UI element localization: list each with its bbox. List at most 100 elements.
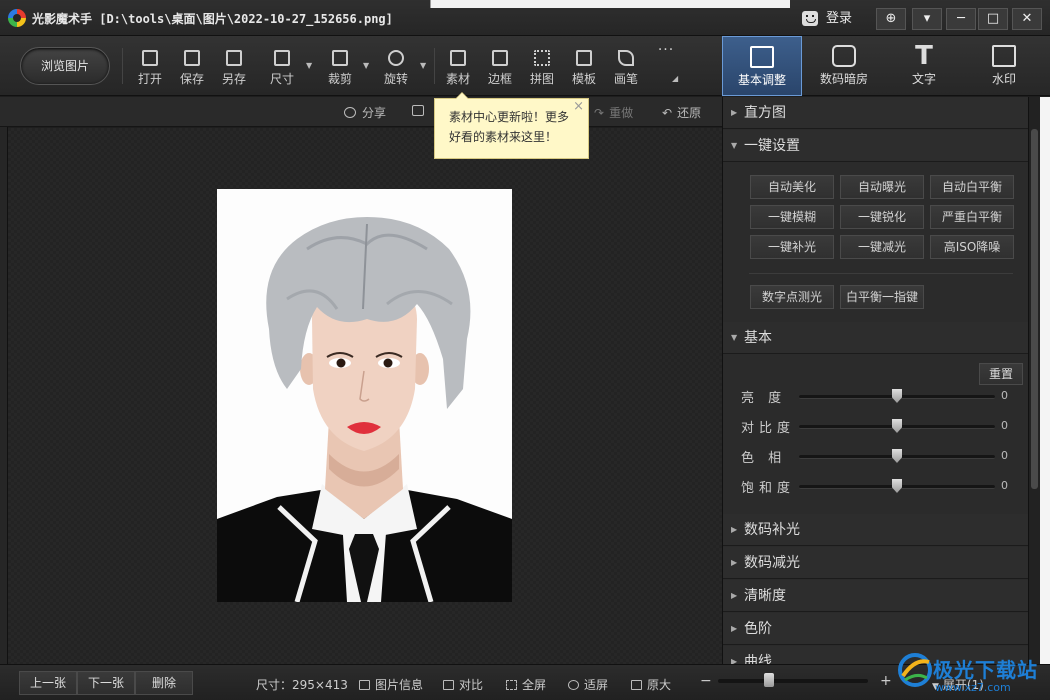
brightness-slider[interactable]: [799, 389, 995, 403]
brush-icon: [618, 50, 634, 66]
section-basic[interactable]: ▼ 基本: [723, 322, 1028, 354]
brightness-slider-thumb[interactable]: [892, 389, 902, 403]
auto-exposure-button[interactable]: 自动曝光: [840, 175, 924, 199]
login-label: 登录: [826, 11, 853, 26]
tab-basic-adjust[interactable]: 基本调整: [722, 36, 802, 96]
hue-slider[interactable]: [799, 449, 995, 463]
rotate-button[interactable]: 旋转: [376, 46, 416, 90]
contrast-slider-thumb[interactable]: [892, 419, 902, 433]
fullscreen-button[interactable]: 全屏: [506, 676, 546, 693]
tooltip-close-icon[interactable]: ×: [573, 97, 584, 117]
close-button[interactable]: ✕: [1012, 8, 1042, 30]
contrast-label: 对比度: [741, 421, 796, 436]
maximize-button[interactable]: □: [978, 8, 1008, 30]
left-edge-bar: [0, 97, 8, 664]
zoom-slider-thumb[interactable]: [764, 673, 774, 687]
tab-text[interactable]: T 文字: [884, 36, 964, 96]
section-histogram[interactable]: ▶ 直方图: [723, 97, 1028, 129]
resize-dropdown-icon[interactable]: ▼: [306, 61, 312, 70]
saturation-slider[interactable]: [799, 479, 995, 493]
image-info-button[interactable]: 图片信息: [359, 676, 423, 693]
portrait-photo: [217, 189, 512, 602]
delete-button[interactable]: 删除: [135, 671, 193, 695]
scrollbar-thumb[interactable]: [1031, 129, 1038, 489]
section-clarity[interactable]: ▶ 清晰度: [723, 580, 1028, 612]
section-levels[interactable]: ▶ 色阶: [723, 613, 1028, 645]
crop-button[interactable]: 裁剪: [320, 46, 360, 90]
open-button[interactable]: 打开: [130, 46, 170, 90]
zoom-in-button[interactable]: +: [880, 673, 892, 689]
contrast-slider[interactable]: [799, 419, 995, 433]
brush-button[interactable]: 画笔: [606, 46, 646, 90]
one-click-blur-button[interactable]: 一键模糊: [750, 205, 834, 229]
adjust-edit-icon: [750, 46, 774, 68]
tab-basic-adjust-label: 基本调整: [737, 73, 786, 87]
original-size-icon: [631, 680, 642, 690]
auto-beautify-button[interactable]: 自动美化: [750, 175, 834, 199]
save-as-button[interactable]: 另存: [214, 46, 254, 90]
save-button[interactable]: 保存: [172, 46, 212, 90]
section-one-click[interactable]: ▼ 一键设置: [723, 130, 1028, 162]
tab-digital-darkroom[interactable]: 数码暗房: [804, 36, 884, 96]
save-label: 保存: [179, 72, 204, 86]
white-balance-picker-button[interactable]: 白平衡一指键: [840, 285, 924, 309]
high-iso-denoise-button[interactable]: 高ISO降噪: [930, 235, 1014, 259]
original-size-button[interactable]: 原大: [631, 676, 671, 693]
saturation-slider-thumb[interactable]: [892, 479, 902, 493]
tab-watermark[interactable]: 水印: [964, 36, 1044, 96]
material-update-tooltip: × 素材中心更新啦！更多 好看的素材来这里！: [434, 92, 589, 159]
next-image-button[interactable]: 下一张: [77, 671, 135, 695]
crop-label: 裁剪: [327, 72, 352, 86]
resize-button[interactable]: 尺寸: [262, 46, 302, 90]
undo-button[interactable]: ↶ 还原: [662, 104, 701, 121]
section-digital-reduce-light[interactable]: ▶ 数码减光: [723, 547, 1028, 579]
section-digital-fill-light[interactable]: ▶ 数码补光: [723, 514, 1028, 546]
material-button[interactable]: 素材: [438, 46, 478, 90]
fit-screen-button[interactable]: 适屏: [568, 676, 608, 693]
rotate-dropdown-icon[interactable]: ▼: [420, 61, 426, 70]
background-window-edge: [1040, 97, 1050, 664]
hue-slider-thumb[interactable]: [892, 449, 902, 463]
crop-dropdown-icon[interactable]: ▼: [363, 61, 369, 70]
tab-text-label: 文字: [911, 72, 936, 86]
reset-button[interactable]: 重置: [979, 363, 1023, 385]
rotate-icon: [388, 50, 404, 66]
redo-button[interactable]: ↷ 重做: [594, 104, 633, 121]
one-click-reduce-light-button[interactable]: 一键减光: [840, 235, 924, 259]
compare-button[interactable]: 对比: [443, 676, 483, 693]
border-button[interactable]: 边框: [480, 46, 520, 90]
collage-button[interactable]: 拼图: [522, 46, 562, 90]
template-icon: [576, 50, 592, 66]
tab-digital-darkroom-label: 数码暗房: [819, 72, 868, 86]
user-face-icon: [802, 11, 818, 26]
minimize-button[interactable]: ─: [946, 8, 976, 30]
more-expand-icon[interactable]: ◢: [672, 74, 678, 83]
one-click-sharpen-button[interactable]: 一键锐化: [840, 205, 924, 229]
previous-image-button[interactable]: 上一张: [19, 671, 77, 695]
brush-label: 画笔: [613, 72, 638, 86]
original-size-label: 原大: [647, 678, 672, 692]
spot-metering-button[interactable]: 数字点测光: [750, 285, 834, 309]
zoom-out-button[interactable]: −: [700, 673, 712, 689]
menu-dropdown-button[interactable]: ▾: [912, 8, 942, 30]
login-button[interactable]: 登录: [798, 8, 858, 30]
export-button[interactable]: [412, 104, 430, 118]
image-info-icon: [359, 680, 370, 690]
skin-button[interactable]: ⊕: [876, 8, 906, 30]
browse-images-button[interactable]: 浏览图片: [20, 47, 110, 85]
material-label: 素材: [445, 72, 470, 86]
more-tools-button[interactable]: ···: [646, 42, 686, 86]
zoom-slider[interactable]: [718, 679, 868, 683]
rotate-label: 旋转: [383, 72, 408, 86]
auto-white-balance-button[interactable]: 自动白平衡: [930, 175, 1014, 199]
watermark-text: 极光下载站: [933, 658, 1038, 682]
save-as-icon: [226, 50, 242, 66]
share-button[interactable]: 分享: [344, 104, 386, 121]
panel-scrollbar[interactable]: [1028, 97, 1040, 664]
resize-label: 尺寸: [269, 72, 294, 86]
main-toolbar: 浏览图片 打开 保存 另存 尺寸 ▼ 裁剪 ▼ 旋转 ▼ 素材 边框 拼图 模板: [0, 36, 722, 96]
status-bar: 上一张 下一张 删除 尺寸：295×413 图片信息 对比 全屏 适屏 原大 −…: [0, 664, 1050, 700]
template-button[interactable]: 模板: [564, 46, 604, 90]
severe-white-balance-button[interactable]: 严重白平衡: [930, 205, 1014, 229]
one-click-fill-light-button[interactable]: 一键补光: [750, 235, 834, 259]
